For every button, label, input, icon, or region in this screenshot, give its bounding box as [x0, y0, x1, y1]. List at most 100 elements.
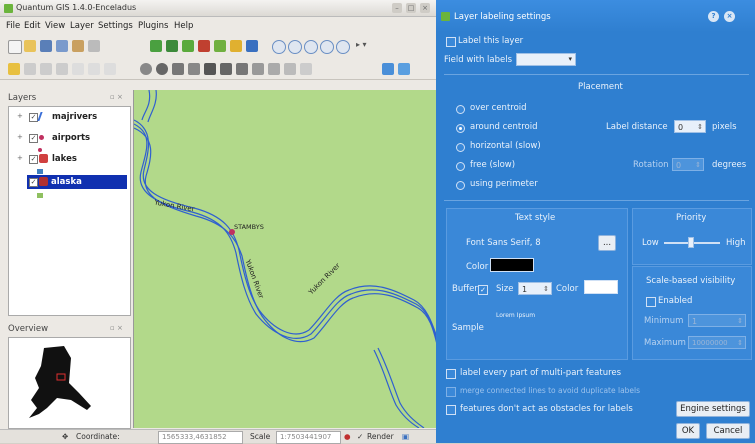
projection-icon[interactable]: ▣ — [402, 432, 409, 441]
spin-arrows-icon[interactable]: ⇕ — [737, 337, 743, 350]
render-checkbox[interactable]: ✓ — [357, 432, 363, 441]
copy-features-icon[interactable] — [104, 63, 116, 75]
layer-visibility-checkbox[interactable]: ✓ — [29, 155, 38, 164]
overflow-icon[interactable]: ▸ ▾ — [356, 40, 376, 52]
buffer-size-spinbox[interactable]: 1 ⇕ — [518, 282, 552, 295]
refresh-icon[interactable] — [300, 63, 312, 75]
free-radio[interactable] — [456, 162, 465, 171]
layer-visibility-checkbox[interactable]: ✓ — [29, 134, 38, 143]
buffer-checkbox[interactable]: ✓ — [478, 285, 488, 295]
menu-view[interactable]: View — [45, 21, 65, 31]
priority-slider-handle[interactable] — [688, 237, 694, 248]
deselect-icon[interactable] — [188, 63, 200, 75]
measure-area-icon[interactable] — [220, 63, 232, 75]
move-feature-icon[interactable] — [72, 63, 84, 75]
map-canvas[interactable]: Yukon River STAMBYS Yukon River Yukon Ri… — [133, 89, 439, 429]
add-spatialite-layer-icon[interactable] — [198, 40, 210, 52]
annotation-icon[interactable] — [268, 63, 280, 75]
plugin-a-icon[interactable] — [382, 63, 394, 75]
layer-item-alaska[interactable]: ✓ alaska — [27, 175, 127, 189]
expand-icon[interactable]: + — [17, 134, 24, 141]
layer-visibility-checkbox[interactable]: ✓ — [29, 178, 38, 187]
add-vector-layer-icon[interactable] — [150, 40, 162, 52]
remove-layer-icon[interactable] — [246, 40, 258, 52]
buffer-color-swatch[interactable] — [584, 280, 618, 294]
minimize-icon[interactable]: – — [392, 3, 402, 13]
merge-lines-checkbox[interactable] — [446, 387, 456, 397]
engine-settings-button[interactable]: Engine settings — [676, 401, 750, 417]
minimum-spinbox[interactable]: 1 ⇕ — [688, 314, 746, 327]
close-icon[interactable]: × — [724, 11, 735, 22]
add-postgis-layer-icon[interactable] — [182, 40, 194, 52]
plugin-b-icon[interactable] — [398, 63, 410, 75]
overview-map[interactable] — [8, 337, 131, 429]
toggle-editing-icon[interactable] — [8, 63, 20, 75]
layer-item-airports[interactable]: + ✓ airports — [9, 131, 130, 145]
text-color-swatch[interactable] — [490, 258, 534, 272]
identify-icon[interactable] — [156, 63, 168, 75]
panel-close-icon[interactable]: ▫ × — [110, 93, 123, 101]
spin-arrows-icon[interactable]: ⇕ — [737, 315, 743, 328]
multipart-checkbox[interactable] — [446, 369, 456, 379]
expand-icon[interactable]: + — [17, 155, 24, 162]
maximum-spinbox[interactable]: 10000000 ⇕ — [688, 336, 746, 349]
layer-item-majrivers[interactable]: + ✓ majrivers — [9, 110, 130, 124]
pan-icon[interactable] — [140, 63, 152, 75]
field-with-labels-select[interactable]: ▾ — [516, 53, 576, 66]
expand-icon[interactable]: + — [17, 113, 24, 120]
obstacles-checkbox[interactable] — [446, 405, 456, 415]
save-project-icon[interactable] — [40, 40, 52, 52]
label-this-layer-checkbox[interactable] — [446, 37, 456, 47]
coordinate-field[interactable]: 1565333,4631852 — [158, 431, 243, 444]
save-as-icon[interactable] — [56, 40, 68, 52]
new-project-icon[interactable] — [8, 40, 22, 54]
measure-line-icon[interactable] — [204, 63, 216, 75]
menu-help[interactable]: Help — [174, 21, 193, 31]
menu-layer[interactable]: Layer — [70, 21, 94, 31]
scale-field[interactable]: 1:7503441907 — [276, 431, 341, 444]
close-icon[interactable]: × — [420, 3, 430, 13]
font-text: Font Sans Serif, 8 — [466, 238, 541, 248]
label-distance-spinbox[interactable]: 0 ⇕ — [674, 120, 706, 133]
bookmark-icon[interactable] — [252, 63, 264, 75]
stop-render-icon[interactable]: ● — [344, 432, 351, 441]
capture-polygon-icon[interactable] — [56, 63, 68, 75]
capture-line-icon[interactable] — [40, 63, 52, 75]
menu-edit[interactable]: Edit — [24, 21, 40, 31]
capture-point-icon[interactable] — [24, 63, 36, 75]
print-icon[interactable] — [88, 40, 100, 52]
cut-features-icon[interactable] — [88, 63, 100, 75]
font-button[interactable]: ... — [598, 235, 616, 251]
select-icon[interactable] — [172, 63, 184, 75]
map-tips-icon[interactable] — [236, 63, 248, 75]
print-composer-icon[interactable] — [72, 40, 84, 52]
menu-file[interactable]: File — [6, 21, 20, 31]
text-annotation-icon[interactable] — [284, 63, 296, 75]
spin-arrows-icon[interactable]: ⇕ — [695, 159, 701, 172]
rotation-spinbox[interactable]: 0 ⇕ — [672, 158, 704, 171]
help-icon[interactable]: ? — [708, 11, 719, 22]
zoom-selection-icon[interactable] — [336, 40, 350, 54]
add-wms-layer-icon[interactable] — [214, 40, 226, 52]
add-raster-layer-icon[interactable] — [166, 40, 178, 52]
using-perimeter-radio[interactable] — [456, 181, 465, 190]
zoom-in-icon[interactable] — [272, 40, 286, 54]
over-centroid-radio[interactable] — [456, 105, 465, 114]
open-project-icon[interactable] — [24, 40, 36, 52]
zoom-out-icon[interactable] — [288, 40, 302, 54]
around-centroid-radio[interactable] — [456, 124, 465, 133]
maximize-icon[interactable]: □ — [406, 3, 416, 13]
menu-plugins[interactable]: Plugins — [138, 21, 168, 31]
menu-settings[interactable]: Settings — [98, 21, 133, 31]
zoom-layer-icon[interactable] — [320, 40, 334, 54]
zoom-full-icon[interactable] — [304, 40, 318, 54]
overview-close-icon[interactable]: ▫ × — [110, 324, 123, 332]
enabled-checkbox[interactable] — [646, 297, 656, 307]
spin-arrows-icon[interactable]: ⇕ — [543, 283, 549, 296]
horizontal-radio[interactable] — [456, 143, 465, 152]
ok-button[interactable]: OK — [676, 423, 700, 439]
spin-arrows-icon[interactable]: ⇕ — [697, 121, 703, 134]
cancel-button[interactable]: Cancel — [706, 423, 750, 439]
layer-item-lakes[interactable]: + ✓ lakes — [9, 152, 130, 166]
new-shapefile-icon[interactable] — [230, 40, 242, 52]
